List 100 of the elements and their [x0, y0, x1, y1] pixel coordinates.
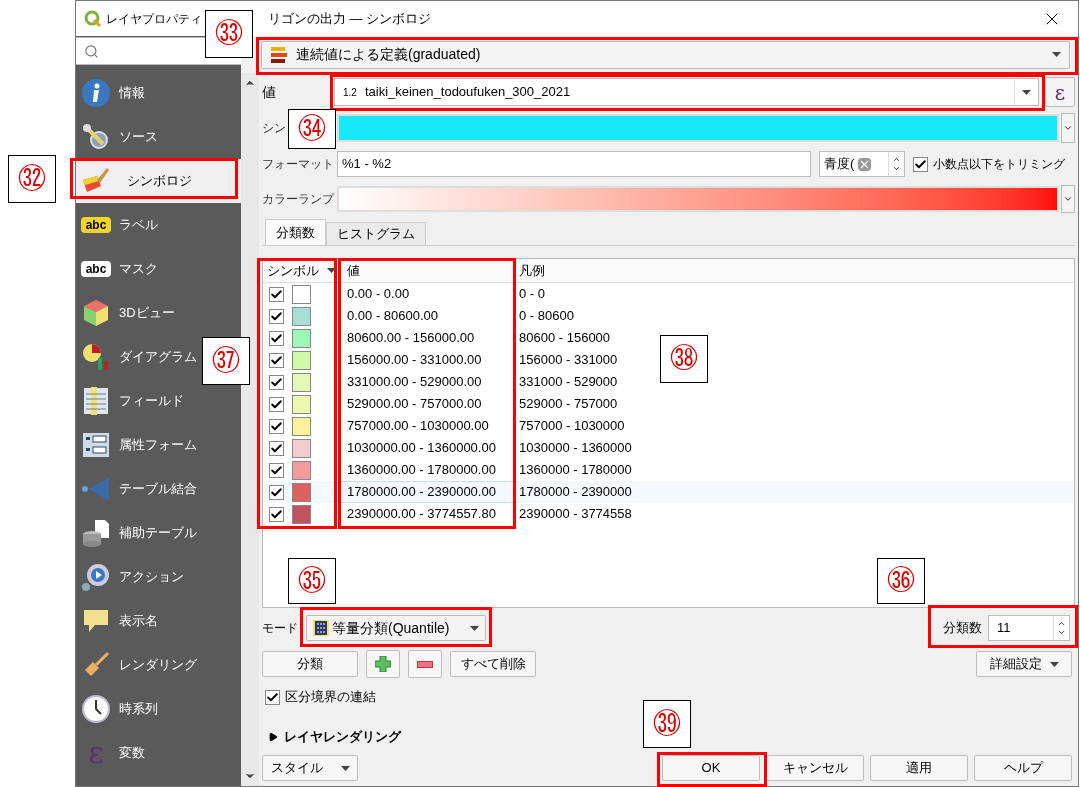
up-icon[interactable]: [1057, 619, 1066, 628]
label-tag-icon: abc: [81, 217, 111, 233]
color-swatch[interactable]: [292, 328, 311, 348]
style-button[interactable]: スタイル: [262, 755, 358, 781]
sidebar-item[interactable]: アクション: [76, 555, 188, 599]
sidebar-item[interactable]: 表示名: [76, 599, 162, 643]
table-cell[interactable]: 80600.00 - 156000.00: [341, 328, 515, 348]
sidebar-item[interactable]: 情報: [76, 71, 149, 115]
dialog-button[interactable]: OK: [662, 755, 760, 781]
add-class-button[interactable]: [366, 650, 400, 678]
column-header[interactable]: シンボル: [263, 259, 341, 282]
format-field[interactable]: %1 - %2: [337, 151, 811, 177]
checkbox[interactable]: [269, 330, 284, 346]
info-icon: [81, 78, 111, 108]
column-header[interactable]: 凡例: [515, 260, 545, 281]
renderer-dropdown[interactable]: 連続値による定義(graduated): [261, 40, 1070, 69]
color-swatch[interactable]: [292, 482, 311, 502]
callout-number: ㉜: [8, 155, 56, 203]
sidebar-item[interactable]: ソース: [76, 115, 162, 159]
color-swatch[interactable]: [292, 372, 311, 392]
checkbox[interactable]: [269, 374, 284, 390]
checkbox[interactable]: [269, 462, 284, 478]
symbol-color-button[interactable]: [337, 114, 1059, 142]
table-cell[interactable]: 0.00 - 80600.00: [341, 306, 515, 326]
table-cell[interactable]: 0.00 - 0.00: [341, 284, 515, 304]
color-swatch[interactable]: [292, 306, 311, 326]
color-ramp-button[interactable]: [337, 186, 1059, 212]
sidebar-item[interactable]: 属性フォーム: [76, 423, 201, 467]
dialog-button[interactable]: キャンセル: [766, 755, 864, 781]
color-swatch[interactable]: [292, 438, 311, 458]
table-cell[interactable]: 1780000.00 - 2390000.00: [341, 482, 515, 502]
label-tag-icon: abc: [81, 261, 111, 277]
classes-label: 分類数: [943, 619, 982, 638]
table-cell[interactable]: 331000.00 - 529000.00: [341, 372, 515, 392]
checkbox[interactable]: [269, 308, 284, 324]
sidebar-item[interactable]: ダイアグラム: [76, 335, 201, 379]
sidebar-item[interactable]: abc マスク: [76, 247, 162, 291]
search-icon: [84, 43, 99, 59]
tab[interactable]: 分類数: [265, 219, 326, 245]
sidebar-item[interactable]: シンボロジ: [76, 159, 241, 203]
checkbox[interactable]: [269, 286, 284, 302]
column-header[interactable]: 値: [341, 259, 515, 282]
mode-dropdown[interactable]: 等量分類(Quantile): [306, 615, 486, 641]
color-swatch[interactable]: [292, 284, 311, 304]
table-cell-text: 80600 - 156000: [518, 329, 611, 348]
checkbox[interactable]: [269, 396, 284, 412]
clear-icon[interactable]: [858, 157, 872, 171]
color-swatch[interactable]: [292, 394, 311, 414]
tab[interactable]: ヒストグラム: [326, 222, 426, 245]
mode-label: モード: [262, 620, 298, 637]
scrollbar[interactable]: [241, 73, 259, 786]
checkbox[interactable]: [269, 506, 284, 522]
sidebar-item[interactable]: 補助テーブル: [76, 511, 201, 555]
table-cell-text: 757000 - 1030000: [518, 417, 625, 436]
window-title: リゴンの出力 — シンボロジ: [268, 9, 432, 28]
caret-icon: [340, 765, 350, 771]
table-cell-text: 2390000 - 3774558: [518, 505, 632, 524]
checkbox[interactable]: [269, 440, 284, 456]
checkbox[interactable]: [269, 484, 284, 500]
sidebar-item[interactable]: フィールド: [76, 379, 188, 423]
sidebar-item[interactable]: テーブル結合: [76, 467, 201, 511]
checkbox[interactable]: [913, 156, 928, 172]
table-cell[interactable]: 529000.00 - 757000.00: [341, 394, 515, 414]
down-icon[interactable]: [1057, 628, 1066, 637]
classify-button[interactable]: 分類: [262, 651, 358, 677]
sidebar-item[interactable]: 3Dビュー: [76, 291, 179, 335]
color-swatch[interactable]: [292, 460, 311, 480]
table-cell[interactable]: 2390000.00 - 3774557.80: [341, 504, 515, 524]
caret-icon: [1022, 89, 1032, 95]
advanced-button[interactable]: 詳細設定: [976, 651, 1072, 677]
precision-spinbox[interactable]: 青度(: [819, 151, 905, 177]
sidebar-item[interactable]: レンダリング: [76, 643, 201, 687]
classes-spinbox[interactable]: 11: [988, 615, 1070, 641]
table-cell[interactable]: 156000.00 - 331000.00: [341, 350, 515, 370]
color-swatch[interactable]: [292, 350, 311, 370]
checkbox[interactable]: [269, 352, 284, 368]
up-icon[interactable]: [892, 155, 901, 164]
checkbox[interactable]: [269, 418, 284, 434]
color-swatch[interactable]: [292, 504, 311, 524]
field-label: カラーランプ: [262, 192, 334, 207]
color-swatch[interactable]: [292, 416, 311, 436]
plus-icon: [375, 656, 391, 672]
callout-number: ㉟: [288, 558, 336, 604]
dialog-button[interactable]: 適用: [870, 755, 968, 781]
sidebar-item[interactable]: abc ラベル: [76, 203, 162, 247]
table-cell[interactable]: 1030000.00 - 1360000.00: [341, 438, 515, 458]
down-icon[interactable]: [892, 164, 901, 173]
table-cell[interactable]: 1360000.00 - 1780000.00: [341, 460, 515, 480]
checkbox[interactable]: [265, 689, 280, 705]
remove-class-button[interactable]: [408, 650, 442, 678]
field-combo[interactable]: 1.2 taiki_keinen_todoufuken_300_2021: [334, 78, 1040, 106]
caret-icon: [470, 625, 479, 631]
sidebar-item[interactable]: 時系列: [76, 687, 162, 731]
caret-icon: [1052, 52, 1061, 57]
expression-button[interactable]: ε: [1045, 77, 1075, 107]
quantile-icon: [313, 620, 329, 636]
dialog-button[interactable]: ヘルプ: [974, 755, 1072, 781]
delete-all-button[interactable]: すべて削除: [450, 651, 536, 677]
gear-play-icon: [81, 562, 111, 592]
table-cell[interactable]: 757000.00 - 1030000.00: [341, 416, 515, 436]
